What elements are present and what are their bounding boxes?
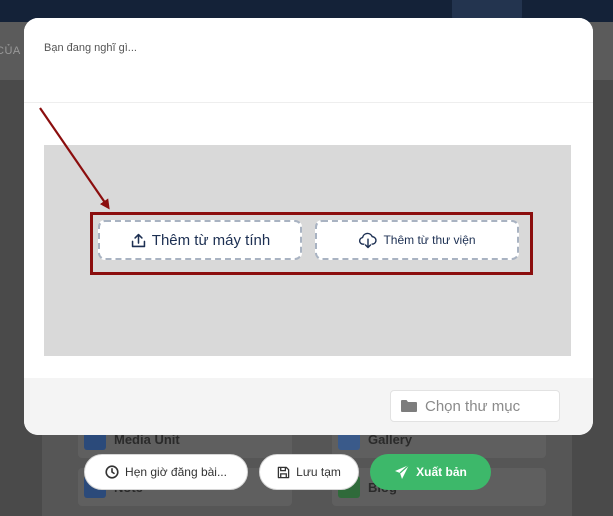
upload-icon	[131, 233, 145, 247]
sub-bar-text: CỦA	[0, 45, 21, 57]
schedule-post-button[interactable]: Hẹn giờ đăng bài...	[84, 454, 248, 490]
schedule-post-label: Hẹn giờ đăng bài...	[125, 465, 227, 479]
save-draft-button[interactable]: Lưu tạm	[259, 454, 359, 490]
save-draft-label: Lưu tạm	[296, 465, 341, 479]
add-from-library-button[interactable]: Thêm từ thư viện	[315, 220, 519, 260]
publish-button[interactable]: Xuất bản	[370, 454, 491, 490]
modal-header	[24, 18, 593, 102]
modal-divider	[24, 102, 593, 103]
folder-icon	[401, 400, 417, 412]
create-post-modal: Thêm từ máy tính Thêm từ thư viện Chọn t…	[24, 18, 593, 435]
clock-icon	[105, 465, 119, 479]
add-from-library-label: Thêm từ thư viện	[383, 233, 476, 247]
publish-label: Xuất bản	[416, 465, 467, 479]
folder-select[interactable]: Chọn thư mục	[390, 390, 560, 422]
send-icon	[395, 464, 410, 479]
post-content-input[interactable]	[38, 36, 585, 60]
folder-select-label: Chọn thư mục	[425, 397, 521, 415]
add-from-computer-button[interactable]: Thêm từ máy tính	[98, 220, 302, 260]
add-from-computer-label: Thêm từ máy tính	[151, 231, 271, 249]
save-icon	[277, 466, 290, 478]
cloud-download-icon	[359, 232, 378, 249]
